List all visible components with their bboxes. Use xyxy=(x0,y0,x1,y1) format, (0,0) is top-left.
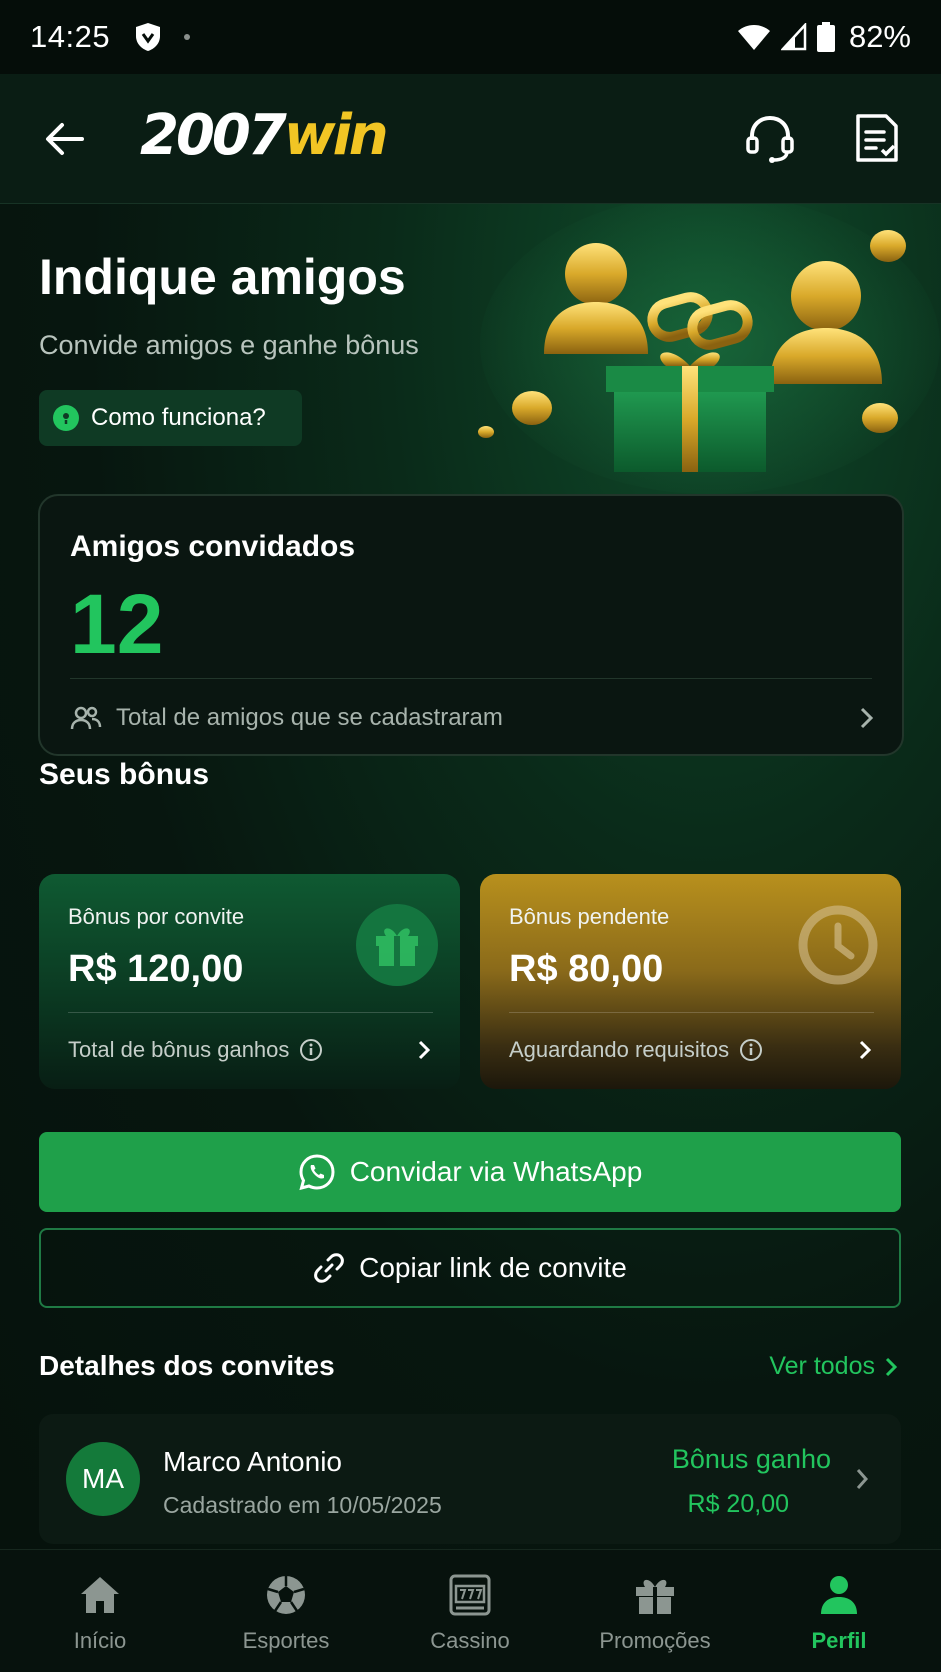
nav-label-esportes: Esportes xyxy=(242,1628,330,1653)
nav-label-perfil: Perfil xyxy=(811,1628,867,1653)
invited-friends-card[interactable]: Amigos convidados 12 Total de amigos que… xyxy=(38,494,904,756)
nav-label-inicio: Início xyxy=(73,1628,127,1653)
soccer-ball-icon xyxy=(267,1576,305,1614)
avatar: MA xyxy=(66,1442,140,1516)
logo-word: win xyxy=(283,103,389,168)
invitee-bonus-value: R$ 20,00 xyxy=(687,1490,789,1518)
invite-details-title: Detalhes dos convites xyxy=(39,1350,335,1381)
whatsapp-icon xyxy=(299,1154,335,1191)
back-arrow-icon[interactable] xyxy=(40,114,90,164)
invited-friends-footer[interactable]: Total de amigos que se cadastraram xyxy=(70,694,876,742)
nav-item-esportes[interactable]: Esportes xyxy=(192,1550,380,1672)
app-header: 2007win xyxy=(0,74,941,204)
battery-percent: 82% xyxy=(848,19,911,54)
document-list-icon[interactable] xyxy=(852,112,902,164)
invite-bonus-footer[interactable]: Total de bônus ganhos xyxy=(68,1030,433,1070)
chevron-right-icon xyxy=(859,1040,872,1060)
invited-friends-count: 12 xyxy=(70,577,164,671)
main-content: Indique amigos Convide amigos e ganhe bô… xyxy=(0,204,941,1549)
info-icon[interactable] xyxy=(299,1038,323,1062)
invite-bonus-title: Bônus por convite xyxy=(68,904,245,929)
pending-bonus-title: Bônus pendente xyxy=(509,904,670,929)
link-icon xyxy=(314,1253,345,1283)
signal-icon xyxy=(780,23,807,51)
invite-bonus-amount: R$ 120,00 xyxy=(68,948,244,990)
see-all-label: Ver todos xyxy=(769,1352,875,1380)
clock-icon xyxy=(798,905,878,985)
nav-item-promocoes[interactable]: Promoções xyxy=(561,1550,749,1672)
wifi-icon xyxy=(737,25,770,50)
status-time: 14:25 xyxy=(30,19,111,54)
battery-icon xyxy=(816,22,835,52)
copy-invite-link-label: Copiar link de convite xyxy=(359,1252,627,1283)
chevron-right-icon xyxy=(418,1040,431,1060)
divider xyxy=(70,678,872,679)
page-title: Indique amigos xyxy=(39,249,406,305)
logo-number: 2007 xyxy=(140,103,287,168)
invite-whatsapp-button[interactable]: Convidar via WhatsApp xyxy=(39,1132,901,1212)
how-it-works-button[interactable]: Como funciona? xyxy=(39,390,302,446)
invite-list-item[interactable]: MA Marco Antonio Cadastrado em 10/05/202… xyxy=(39,1414,901,1544)
gift-icon xyxy=(636,1579,674,1614)
pending-bonus-footer[interactable]: Aguardando requisitos xyxy=(509,1030,874,1070)
invited-friends-footer-text: Total de amigos que se cadastraram xyxy=(116,704,503,731)
invitee-signup-date: Cadastrado em 10/05/2025 xyxy=(163,1492,442,1518)
slot-machine-icon xyxy=(449,1574,491,1616)
home-icon xyxy=(81,1577,119,1613)
bonus-section-title: Seus bônus xyxy=(39,758,210,791)
invitee-bonus-label: Bônus ganho xyxy=(671,1444,831,1474)
person-icon xyxy=(821,1576,857,1614)
invite-bonus-footer-text: Total de bônus ganhos xyxy=(68,1037,290,1062)
info-icon[interactable] xyxy=(739,1038,763,1062)
nav-item-cassino[interactable]: Cassino xyxy=(376,1550,564,1672)
chevron-right-icon xyxy=(856,1469,869,1489)
pending-bonus-footer-text: Aguardando requisitos xyxy=(509,1037,730,1062)
see-all-link[interactable]: Ver todos xyxy=(769,1352,899,1381)
nav-label-cassino: Cassino xyxy=(430,1628,510,1653)
notification-dot xyxy=(184,34,191,40)
nav-item-inicio[interactable]: Início xyxy=(6,1550,194,1672)
pending-bonus-amount: R$ 80,00 xyxy=(509,948,664,990)
referral-illustration xyxy=(478,204,940,494)
chevron-right-icon xyxy=(885,1357,898,1376)
shield-icon xyxy=(136,23,161,51)
copy-invite-link-button[interactable]: Copiar link de convite xyxy=(39,1228,901,1308)
gift-icon xyxy=(356,904,438,986)
users-icon xyxy=(70,706,102,730)
brand-logo[interactable]: 2007win xyxy=(140,108,389,164)
invite-whatsapp-label: Convidar via WhatsApp xyxy=(349,1156,643,1187)
bottom-navigation: Início Esportes Cassino Promoções Perfil xyxy=(0,1549,941,1672)
nav-label-promocoes: Promoções xyxy=(599,1628,711,1653)
chevron-right-icon xyxy=(860,707,874,729)
nav-item-perfil[interactable]: Perfil xyxy=(745,1550,933,1672)
headset-support-icon[interactable] xyxy=(744,112,796,164)
invite-bonus-card[interactable]: Bônus por convite R$ 120,00 Total de bôn… xyxy=(39,874,460,1089)
invitee-name: Marco Antonio xyxy=(163,1446,342,1477)
pending-bonus-card[interactable]: Bônus pendente R$ 80,00 Aguardando requi… xyxy=(480,874,901,1089)
how-it-works-label: Como funciona? xyxy=(91,404,266,431)
invited-friends-label: Amigos convidados xyxy=(70,530,356,563)
divider xyxy=(509,1012,874,1013)
info-pin-icon xyxy=(53,405,79,431)
status-bar: 14:25 82% xyxy=(0,0,941,74)
divider xyxy=(68,1012,433,1013)
page-subtitle: Convide amigos e ganhe bônus xyxy=(39,330,419,360)
